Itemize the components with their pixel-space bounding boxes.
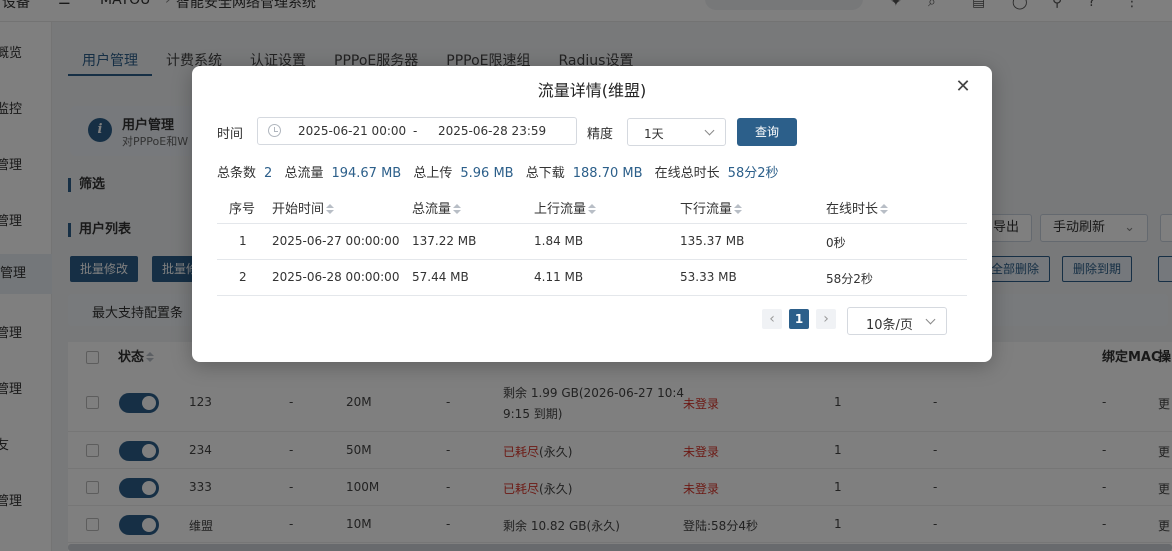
- stat-label: 总条数: [217, 166, 257, 181]
- sort-icon: [734, 203, 743, 216]
- stat-value: 58分2秒: [727, 166, 779, 181]
- sort-icon: [880, 203, 889, 216]
- table-row: 2 2025-06-28 00:00:00 57.44 MB 4.11 MB 5…: [217, 260, 967, 296]
- sort-icon: [453, 203, 462, 216]
- precision-select[interactable]: 1天: [627, 118, 726, 146]
- col-download[interactable]: 下行流量: [680, 196, 743, 224]
- clock-icon: [268, 124, 281, 137]
- stat-label: 在线总时长: [654, 166, 720, 181]
- stat-value: 194.67 MB: [331, 166, 402, 181]
- chevron-down-icon: [925, 314, 936, 325]
- cell-download: 53.33 MB: [680, 270, 737, 284]
- sort-icon: [326, 203, 335, 216]
- precision-label: 精度: [587, 127, 614, 142]
- cell-upload: 1.84 MB: [534, 234, 584, 248]
- table-row: 1 2025-06-27 00:00:00 137.22 MB 1.84 MB …: [217, 224, 967, 260]
- summary-stats: 总条数 2 总流量 194.67 MB 总上传 5.96 MB 总下载 188.70 M…: [217, 162, 787, 181]
- cell-upload: 4.11 MB: [534, 270, 584, 284]
- cell-start-time: 2025-06-27 00:00:00: [272, 234, 400, 248]
- page-size-select[interactable]: 10条/页: [847, 307, 947, 335]
- stat-label: 总上传: [413, 166, 453, 181]
- page-size-value: 10条/页: [866, 318, 913, 333]
- query-button[interactable]: 查询: [737, 118, 797, 146]
- traffic-detail-modal: 流量详情(维盟) ✕ 时间 2025-06-21 00:00 - 2025-06…: [192, 66, 992, 362]
- time-label: 时间: [217, 127, 244, 142]
- cell-total: 57.44 MB: [412, 270, 469, 284]
- prev-page-button[interactable]: ‹: [762, 309, 782, 329]
- stat-value: 5.96 MB: [460, 166, 514, 181]
- cell-online-time: 58分2秒: [826, 272, 873, 286]
- stat-value: 188.70 MB: [572, 166, 643, 181]
- modal-title: 流量详情(维盟): [537, 81, 647, 100]
- close-icon[interactable]: ✕: [954, 78, 972, 96]
- col-total-traffic[interactable]: 总流量: [412, 196, 462, 224]
- col-start-time[interactable]: 开始时间: [272, 196, 335, 224]
- date-range-picker[interactable]: 2025-06-21 00:00 - 2025-06-28 23:59: [257, 117, 577, 145]
- sort-icon: [588, 203, 597, 216]
- cell-online-time: 0秒: [826, 236, 846, 250]
- cell-total: 137.22 MB: [412, 234, 477, 248]
- end-date[interactable]: 2025-06-28 23:59: [438, 124, 546, 138]
- col-index: 序号: [229, 202, 256, 217]
- cell-index: 1: [239, 234, 247, 248]
- range-separator: -: [413, 124, 418, 138]
- start-date[interactable]: 2025-06-21 00:00: [298, 124, 406, 138]
- next-page-button[interactable]: ›: [816, 309, 836, 329]
- cell-download: 135.37 MB: [680, 234, 745, 248]
- col-upload[interactable]: 上行流量: [534, 196, 597, 224]
- cell-start-time: 2025-06-28 00:00:00: [272, 270, 400, 284]
- page-1-button[interactable]: 1: [789, 309, 809, 329]
- cell-index: 2: [239, 270, 247, 284]
- stat-label: 总下载: [525, 166, 565, 181]
- chevron-down-icon: [704, 125, 715, 136]
- col-online-time[interactable]: 在线时长: [826, 196, 889, 224]
- precision-value: 1天: [644, 127, 664, 141]
- stat-value: 2: [264, 166, 273, 181]
- stat-label: 总流量: [284, 166, 324, 181]
